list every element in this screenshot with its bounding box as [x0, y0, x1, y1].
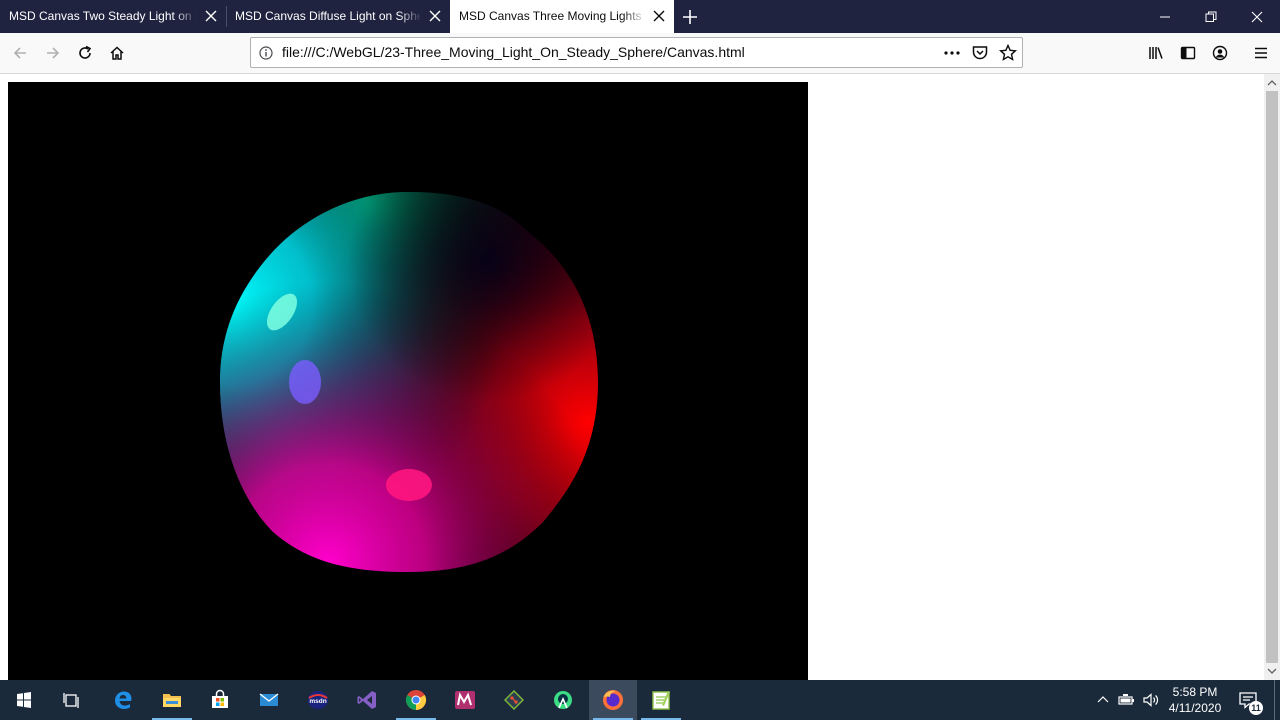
notepad-plus-icon [652, 691, 670, 710]
scrollbar-thumb[interactable] [1266, 91, 1278, 663]
close-icon [1251, 11, 1263, 23]
volume-tray[interactable] [1140, 680, 1162, 720]
taskbar-chrome[interactable] [392, 680, 440, 720]
speaker-icon [1143, 693, 1159, 707]
android-studio-icon [554, 691, 572, 709]
url-text[interactable]: file:///C:/WebGL/23-Three_Moving_Light_O… [282, 38, 745, 67]
taskbar-edge[interactable] [99, 680, 147, 720]
taskbar: msdn 5:58 PM 4/11/2020 11 [0, 680, 1280, 720]
task-view-icon [63, 693, 79, 708]
forward-arrow-icon [47, 47, 60, 59]
edge-icon [115, 691, 132, 709]
clock-time: 5:58 PM [1172, 685, 1218, 699]
new-tab-button[interactable] [680, 7, 700, 27]
forward-button[interactable] [40, 40, 66, 66]
tab-diffuse-light[interactable]: MSD Canvas Diffuse Light on Sphere [226, 0, 450, 33]
close-icon[interactable] [204, 9, 218, 23]
file-explorer-icon [163, 694, 181, 707]
notification-count-badge: 11 [1249, 701, 1263, 715]
show-hidden-icons-button[interactable] [1094, 680, 1112, 720]
back-arrow-icon [13, 47, 26, 59]
pink-specular-highlight [386, 469, 432, 501]
home-icon [110, 46, 124, 60]
sidebar-button[interactable] [1175, 40, 1201, 66]
chevron-up-icon [1097, 696, 1109, 703]
taskbar-android-studio[interactable] [539, 680, 587, 720]
tab-title: MSD Canvas Two Steady Light on Rotating … [9, 9, 196, 23]
taskbar-notepad-plus[interactable] [637, 680, 685, 720]
mathematica-icon [455, 691, 475, 709]
taskbar-mail[interactable] [245, 680, 293, 720]
visual-studio-icon [357, 691, 376, 709]
sidebar-icon [1180, 46, 1196, 60]
mail-icon [259, 693, 279, 706]
restore-icon [1205, 11, 1217, 22]
tab-title: MSD Canvas Three Moving Lights On Steady… [459, 9, 644, 23]
library-button[interactable] [1143, 40, 1169, 66]
taskbar-visual-studio[interactable] [343, 680, 391, 720]
reload-icon [79, 45, 92, 59]
vertical-scrollbar[interactable] [1264, 74, 1280, 680]
scroll-up-arrow-icon[interactable] [1267, 78, 1277, 88]
battery-icon [1118, 694, 1134, 705]
restore-button[interactable] [1188, 0, 1234, 33]
blue-specular-highlight [289, 360, 321, 404]
store-icon [212, 689, 228, 708]
minimize-icon [1160, 16, 1170, 18]
show-desktop-button[interactable] [1274, 680, 1280, 720]
page-actions-icon[interactable] [943, 44, 961, 62]
clock-date: 4/11/2020 [1168, 701, 1222, 715]
taskbar-msdn[interactable]: msdn [294, 680, 342, 720]
account-button[interactable] [1207, 40, 1233, 66]
taskbar-store[interactable] [196, 680, 244, 720]
reload-button[interactable] [72, 40, 98, 66]
webgl-canvas[interactable] [8, 82, 808, 680]
library-icon [1149, 47, 1163, 59]
close-icon[interactable] [428, 9, 442, 23]
home-button[interactable] [104, 40, 130, 66]
firefox-icon [603, 690, 623, 710]
taskbar-firefox[interactable] [589, 680, 637, 720]
svg-text:msdn: msdn [309, 698, 326, 705]
taskbar-mathematica[interactable] [441, 680, 489, 720]
page-content [0, 74, 1264, 680]
info-icon[interactable] [259, 46, 273, 60]
pocket-icon[interactable] [971, 44, 989, 62]
start-button[interactable] [0, 680, 48, 720]
git-icon [504, 690, 524, 710]
navigation-toolbar: file:///C:/WebGL/23-Three_Moving_Light_O… [0, 33, 1280, 74]
tab-two-steady-light[interactable]: MSD Canvas Two Steady Light on Rotating … [0, 0, 226, 33]
close-icon[interactable] [652, 9, 666, 23]
msdn-icon: msdn [308, 691, 328, 709]
chrome-icon [405, 690, 427, 711]
lit-sphere-render [220, 192, 598, 572]
scroll-down-arrow-icon[interactable] [1267, 666, 1277, 676]
taskbar-file-explorer[interactable] [148, 680, 196, 720]
account-icon [1212, 45, 1228, 61]
hamburger-menu-icon [1255, 47, 1267, 59]
back-button[interactable] [7, 40, 33, 66]
task-view-button[interactable] [48, 680, 96, 720]
system-clock[interactable]: 5:58 PM 4/11/2020 [1160, 684, 1230, 716]
taskbar-git[interactable] [490, 680, 538, 720]
minimize-button[interactable] [1142, 0, 1188, 33]
action-center-button[interactable]: 11 [1232, 680, 1268, 720]
tab-title: MSD Canvas Diffuse Light on Sphere [235, 9, 420, 23]
windows-start-icon [17, 692, 31, 708]
plus-icon [683, 10, 697, 24]
tab-strip: MSD Canvas Two Steady Light on Rotating … [0, 0, 1280, 33]
menu-button[interactable] [1248, 40, 1274, 66]
close-window-button[interactable] [1234, 0, 1280, 33]
bookmark-star-icon[interactable] [998, 43, 1018, 62]
battery-tray[interactable] [1116, 680, 1138, 720]
tab-three-moving-lights[interactable]: MSD Canvas Three Moving Lights On Steady… [450, 0, 674, 33]
address-bar[interactable]: file:///C:/WebGL/23-Three_Moving_Light_O… [250, 37, 1023, 68]
